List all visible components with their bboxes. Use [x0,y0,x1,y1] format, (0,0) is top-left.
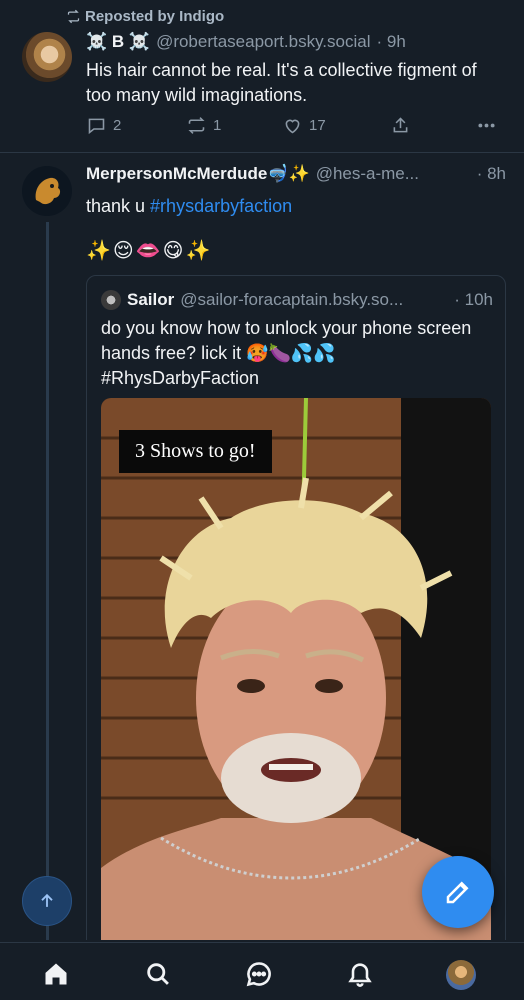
post-header: MerpersonMcMerdude🤿✨ @hes-a-me... · 8h [86,164,506,184]
bell-icon [348,963,372,987]
post-actions: 2 1 17 [86,115,500,137]
search-icon [147,963,169,985]
repost-indicator[interactable]: Reposted by Indigo [66,8,224,25]
timestamp[interactable]: · 9h [377,32,406,52]
hashtag-link[interactable]: #rhysdarbyfaction [150,196,292,216]
handle[interactable]: @hes-a-me... [316,164,419,184]
nav-chat[interactable] [245,960,273,988]
display-name[interactable]: Sailor [127,290,174,310]
quote-text: do you know how to unlock your phone scr… [101,318,472,388]
avatar[interactable] [22,166,72,216]
repost-icon [188,117,205,134]
handle[interactable]: @sailor-foracaptain.bsky.so... [180,290,403,310]
scroll-to-top-button[interactable] [22,876,72,926]
post-divider [0,152,524,153]
avatar[interactable] [22,32,72,82]
emoji-line: ✨😌👄😋✨ [86,240,213,262]
reply-button[interactable]: 2 [86,115,121,136]
nav-search[interactable] [144,960,172,988]
avatar[interactable] [101,290,121,310]
quote-image[interactable]: 3 Shows to go! [101,398,491,940]
handle[interactable]: @robertaseaport.bsky.social [156,32,370,52]
quote-header: Sailor @sailor-foracaptain.bsky.so... · … [101,290,493,310]
nav-notifications[interactable] [346,960,374,988]
display-name[interactable]: ☠️ B ☠️ [86,32,150,52]
post-text: thank u #rhysdarbyfaction [86,194,292,219]
home-icon [45,963,67,985]
display-name[interactable]: MerpersonMcMerdude🤿✨ [86,164,310,184]
like-count: 17 [309,117,326,134]
bottom-nav [0,942,524,1000]
more-icon [478,123,495,128]
more-button[interactable] [476,115,497,136]
image-caption: 3 Shows to go! [119,430,272,473]
post-text: His hair cannot be real. It's a collecti… [86,60,477,105]
quoted-post[interactable]: Sailor @sailor-foracaptain.bsky.so... · … [86,275,506,940]
timestamp[interactable]: · 10h [454,290,493,310]
like-button[interactable]: 17 [282,115,326,136]
reply-count: 2 [113,117,122,134]
share-icon [393,117,408,133]
feed: Reposted by Indigo ☠️ B ☠️ @robertaseapo… [0,0,524,940]
repost-label: Reposted by Indigo [85,8,225,25]
heart-icon [285,119,300,134]
compose-button[interactable] [422,856,494,928]
repost-icon [67,9,80,24]
nav-home[interactable] [42,960,70,988]
repost-count: 1 [213,117,222,134]
share-button[interactable] [390,115,411,136]
reply-icon [88,118,105,135]
post-header: ☠️ B ☠️ @robertaseaport.bsky.social · 9h [86,32,406,52]
timestamp[interactable]: · 8h [477,164,506,184]
thread-line [46,222,49,940]
compose-icon [446,881,469,904]
chat-icon [246,962,271,987]
nav-profile-avatar[interactable] [446,960,476,990]
post-text-prefix: thank u [86,196,151,216]
arrow-up-icon [41,893,53,907]
repost-button[interactable]: 1 [186,115,221,136]
